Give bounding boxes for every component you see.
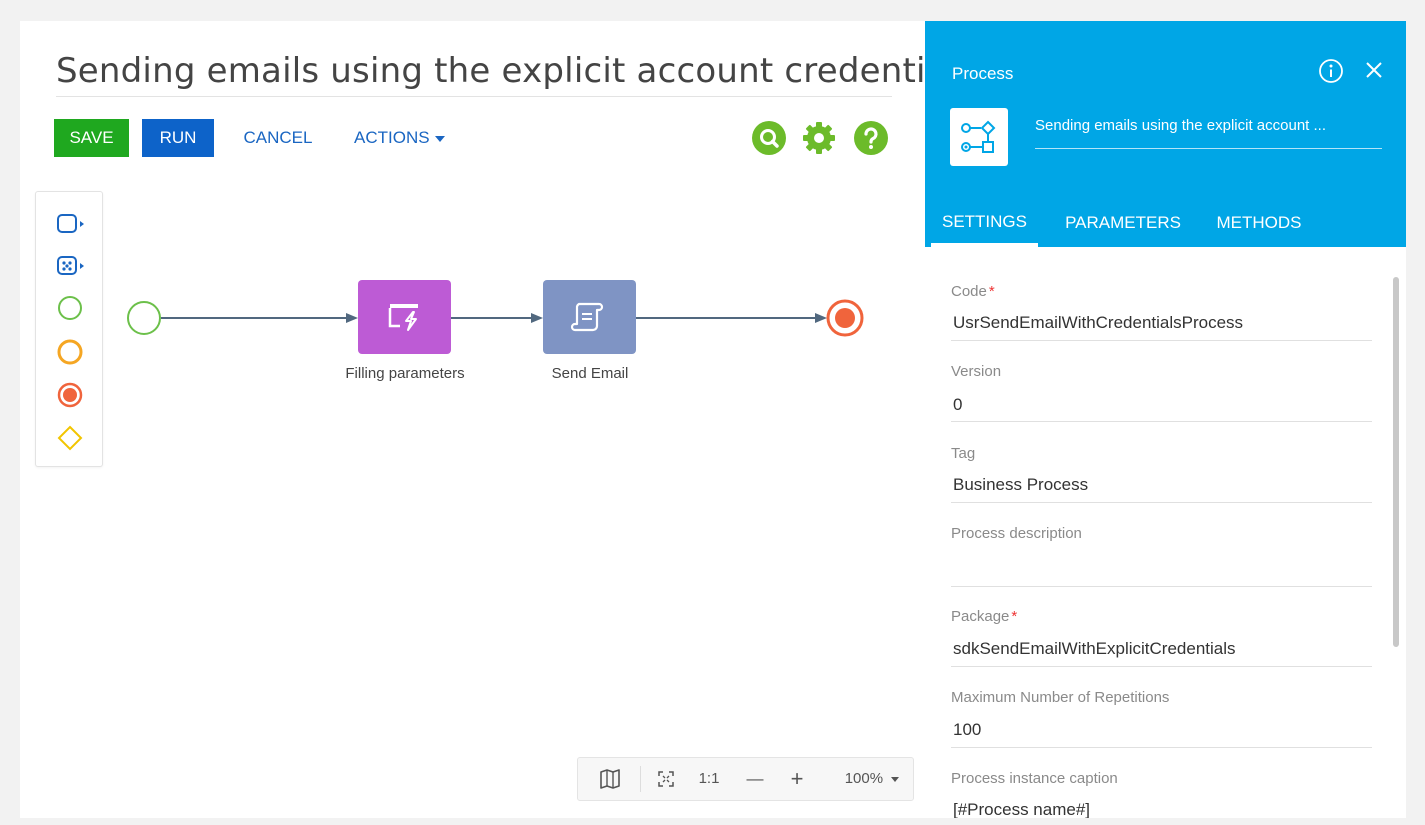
zoom-level-value: 100% (844, 770, 884, 787)
tab-parameters[interactable]: PARAMETERS (1058, 199, 1188, 247)
panel-header: Process Sending emails using the explici… (925, 21, 1406, 247)
field-underline (951, 421, 1372, 422)
subprocess-icon[interactable] (56, 252, 84, 280)
gateway-icon[interactable] (56, 424, 84, 452)
divider (640, 766, 641, 792)
version-label: Version (951, 363, 1002, 380)
end-event-icon[interactable] (56, 381, 84, 409)
title-underline (56, 96, 892, 97)
tag-label: Tag (951, 445, 976, 462)
field-underline (951, 586, 1372, 587)
zoom-in-button[interactable]: + (780, 758, 814, 800)
package-label: Package * (951, 608, 1018, 625)
help-icon[interactable] (854, 121, 888, 155)
field-underline (951, 747, 1372, 748)
process-name-field[interactable]: Sending emails using the explicit accoun… (1035, 117, 1385, 134)
map-icon[interactable] (590, 758, 630, 800)
process-designer-window: Sending emails using the explicit accoun… (20, 21, 1406, 818)
run-button[interactable]: RUN (142, 119, 214, 157)
end-event[interactable] (826, 299, 864, 337)
version-field[interactable]: 0 (953, 395, 962, 415)
caret-down-icon (891, 776, 900, 782)
code-label: Code * (951, 283, 995, 300)
process-instance-caption-field[interactable]: [#Process name#] (953, 800, 1090, 818)
task-icon[interactable] (56, 210, 84, 238)
code-field[interactable]: UsrSendEmailWithCredentialsProcess (953, 313, 1243, 333)
process-title[interactable]: Sending emails using the explicit accoun… (56, 51, 974, 91)
required-mark: * (1011, 608, 1018, 625)
max-repetitions-label: Maximum Number of Repetitions (951, 689, 1170, 706)
close-icon[interactable] (1363, 59, 1385, 81)
filling-parameters-task[interactable] (358, 280, 451, 354)
panel-scrollbar[interactable] (1393, 277, 1399, 647)
flow-connector[interactable] (636, 313, 827, 323)
formula-icon (388, 304, 418, 331)
search-icon[interactable] (752, 121, 786, 155)
process-name-underline (1035, 148, 1382, 149)
required-mark: * (988, 283, 995, 300)
gear-icon[interactable] (802, 121, 836, 155)
zoom-toolbar: 1:1 — + 100% (577, 757, 914, 801)
fit-screen-icon[interactable] (651, 758, 681, 800)
designer-area: Sending emails using the explicit accoun… (20, 21, 974, 818)
max-repetitions-field[interactable]: 100 (953, 720, 981, 740)
send-email-task[interactable] (543, 280, 636, 354)
process-canvas[interactable]: Filling parameters Send Email (120, 251, 900, 391)
panel-title: Process (952, 64, 1014, 83)
package-field[interactable]: sdkSendEmailWithExplicitCredentials (953, 639, 1236, 659)
properties-panel: Process Sending emails using the explici… (925, 21, 1406, 818)
field-underline (951, 340, 1372, 341)
start-event[interactable] (127, 301, 161, 335)
field-underline (951, 502, 1372, 503)
flow-connector[interactable] (451, 313, 543, 323)
tag-field[interactable]: Business Process (953, 475, 1088, 495)
zoom-level-dropdown[interactable]: 100% (836, 758, 908, 800)
process-icon (950, 108, 1008, 166)
task-label: Send Email (551, 365, 629, 382)
script-icon (570, 302, 604, 332)
flow-connector[interactable] (161, 313, 358, 323)
start-event-icon[interactable] (56, 294, 84, 322)
task-label: Filling parameters (345, 365, 465, 382)
caret-down-icon (434, 135, 445, 142)
element-palette (35, 191, 103, 467)
field-underline (951, 666, 1372, 667)
process-instance-caption-label: Process instance caption (951, 770, 1118, 787)
save-button[interactable]: SAVE (54, 119, 129, 157)
actual-size-button[interactable]: 1:1 (691, 758, 727, 800)
cancel-button[interactable]: CANCEL (236, 119, 320, 157)
actions-dropdown[interactable]: ACTIONS (354, 119, 464, 157)
actions-label: ACTIONS (354, 128, 430, 147)
tab-methods[interactable]: METHODS (1207, 199, 1311, 247)
intermediate-event-icon[interactable] (56, 338, 84, 366)
process-description-label: Process description (951, 525, 1082, 542)
tab-settings[interactable]: SETTINGS (931, 199, 1038, 247)
zoom-out-button[interactable]: — (738, 758, 772, 800)
info-icon[interactable] (1318, 58, 1344, 84)
